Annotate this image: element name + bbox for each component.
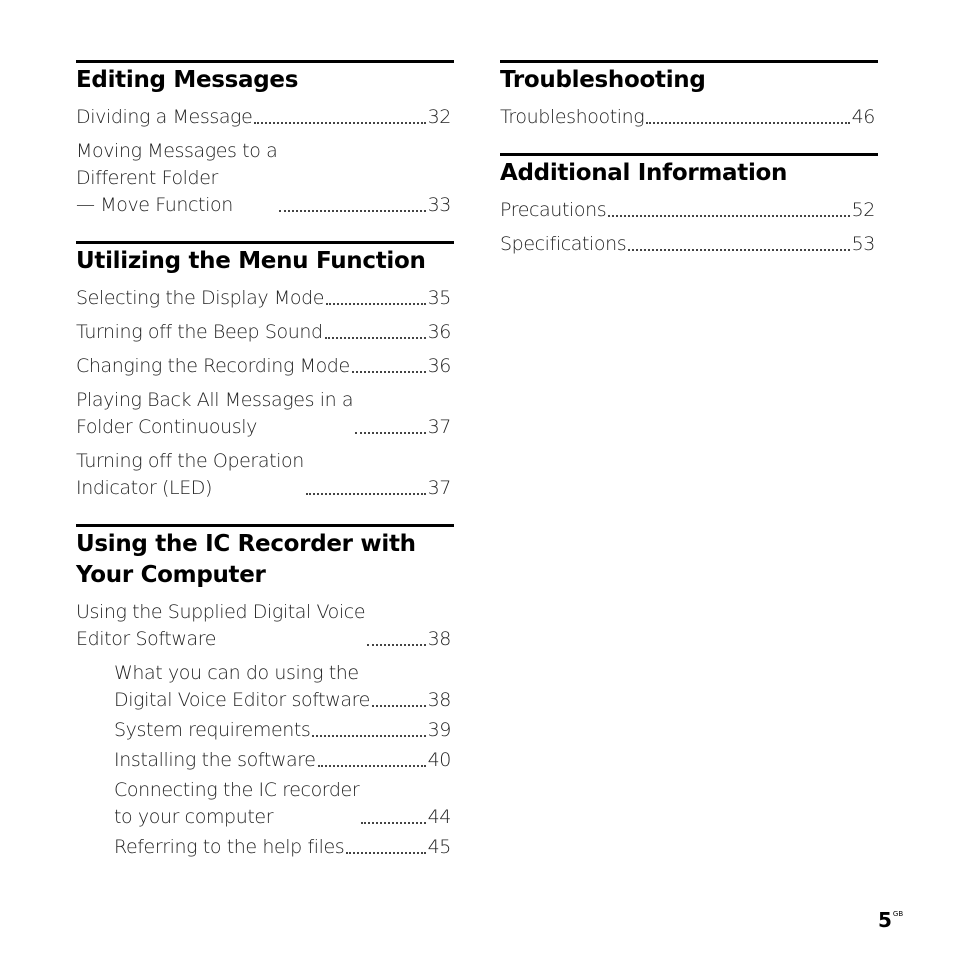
toc-subentry[interactable]: Referring to the help files 45 <box>76 834 454 861</box>
dot-leader <box>317 765 426 767</box>
dot-leader <box>355 432 426 434</box>
entry-page-number: 45 <box>427 836 452 858</box>
toc-section: Additional Information Precautions 52 Speci… <box>500 153 878 258</box>
entry-title: Specifications <box>500 233 627 255</box>
toc-entry[interactable]: Specifications 53 <box>500 231 878 258</box>
toc-section: Editing Messages Dividing a Message 32 Movi… <box>76 60 454 219</box>
dot-leader <box>305 493 426 495</box>
entry-page-number: 35 <box>427 287 452 309</box>
entry-title: What you can do using the Digital Voice … <box>114 662 370 711</box>
dot-leader <box>312 735 426 737</box>
page-number: 5GB <box>878 908 903 932</box>
toc-entry[interactable]: Selecting the Display Mode 35 <box>76 285 454 312</box>
section-heading: Editing Messages <box>76 67 299 93</box>
entry-page-number: 32 <box>427 106 452 128</box>
toc-entry[interactable]: Dividing a Message 32 <box>76 104 454 131</box>
dot-leader <box>324 337 426 339</box>
entry-page-number: 36 <box>427 355 452 377</box>
entry-title: Using the Supplied Digital Voice Editor … <box>76 601 366 650</box>
dot-leader <box>608 215 850 217</box>
section-heading: Additional Information <box>500 160 788 186</box>
entry-title: Precautions <box>500 199 607 221</box>
page-number-value: 5 <box>878 908 892 932</box>
toc-entry[interactable]: Moving Messages to a Different Folder — … <box>76 138 454 219</box>
entry-title: Troubleshooting <box>500 106 645 128</box>
toc-subentry[interactable]: Installing the software 40 <box>76 747 454 774</box>
entry-title: Changing the Recording Mode <box>76 355 350 377</box>
dot-leader <box>351 371 426 373</box>
dot-leader <box>279 210 426 212</box>
toc-entry[interactable]: Troubleshooting 46 <box>500 104 878 131</box>
dot-leader <box>367 644 426 646</box>
toc-entry[interactable]: Precautions 52 <box>500 197 878 224</box>
toc-subentry[interactable]: What you can do using the Digital Voice … <box>76 660 454 714</box>
entry-title: Dividing a Message <box>76 106 253 128</box>
entry-page-number: 46 <box>851 106 876 128</box>
entry-page-number: 39 <box>427 719 452 741</box>
entry-page-number: 33 <box>427 194 452 216</box>
toc-section: Troubleshooting Troubleshooting 46 <box>500 60 878 131</box>
dot-leader <box>361 822 426 824</box>
entry-page-number: 40 <box>427 749 452 771</box>
toc-entry[interactable]: Using the Supplied Digital Voice Editor … <box>76 599 454 653</box>
entry-title: Referring to the help files <box>114 836 345 858</box>
entry-page-number: 38 <box>427 689 452 711</box>
toc-subentry[interactable]: System requirements 39 <box>76 717 454 744</box>
toc-entry[interactable]: Turning off the Operation Indicator (LED… <box>76 448 454 502</box>
entry-page-number: 37 <box>427 477 452 499</box>
toc-section: Utilizing the Menu Function Selecting the… <box>76 241 454 502</box>
toc-entry[interactable]: Changing the Recording Mode 36 <box>76 353 454 380</box>
entry-title: Playing Back All Messages in a Folder Co… <box>76 389 354 438</box>
section-heading: Troubleshooting <box>500 67 706 93</box>
dot-leader <box>628 249 850 251</box>
entry-page-number: 44 <box>427 806 452 828</box>
dot-leader <box>254 122 426 124</box>
region-code: GB <box>892 910 904 918</box>
section-heading: Using the IC Recorder with Your Computer <box>76 531 416 588</box>
toc-subentry[interactable]: Connecting the IC recorder to your compu… <box>76 777 454 831</box>
dot-leader <box>371 705 426 707</box>
entry-page-number: 38 <box>427 628 452 650</box>
toc-left-column: Editing Messages Dividing a Message 32 Movi… <box>76 60 454 883</box>
entry-title: Turning off the Operation Indicator (LED… <box>76 450 304 499</box>
entry-title: Installing the software <box>114 749 316 771</box>
dot-leader <box>646 122 850 124</box>
toc-right-column: Troubleshooting Troubleshooting 46 Addition… <box>500 60 878 280</box>
toc-entry[interactable]: Turning off the Beep Sound 36 <box>76 319 454 346</box>
entry-title: Turning off the Beep Sound <box>76 321 323 343</box>
dot-leader <box>326 303 426 305</box>
entry-page-number: 37 <box>427 416 452 438</box>
section-heading: Utilizing the Menu Function <box>76 248 426 274</box>
entry-page-number: 52 <box>851 199 876 221</box>
entry-page-number: 53 <box>851 233 876 255</box>
dot-leader <box>346 852 426 854</box>
entry-page-number: 36 <box>427 321 452 343</box>
toc-section: Using the IC Recorder with Your Computer… <box>76 524 454 861</box>
entry-title: System requirements <box>114 719 311 741</box>
toc-entry[interactable]: Playing Back All Messages in a Folder Co… <box>76 387 454 441</box>
entry-title: Connecting the IC recorder to your compu… <box>114 779 360 828</box>
entry-title: Moving Messages to a Different Folder — … <box>76 140 278 216</box>
entry-title: Selecting the Display Mode <box>76 287 325 309</box>
